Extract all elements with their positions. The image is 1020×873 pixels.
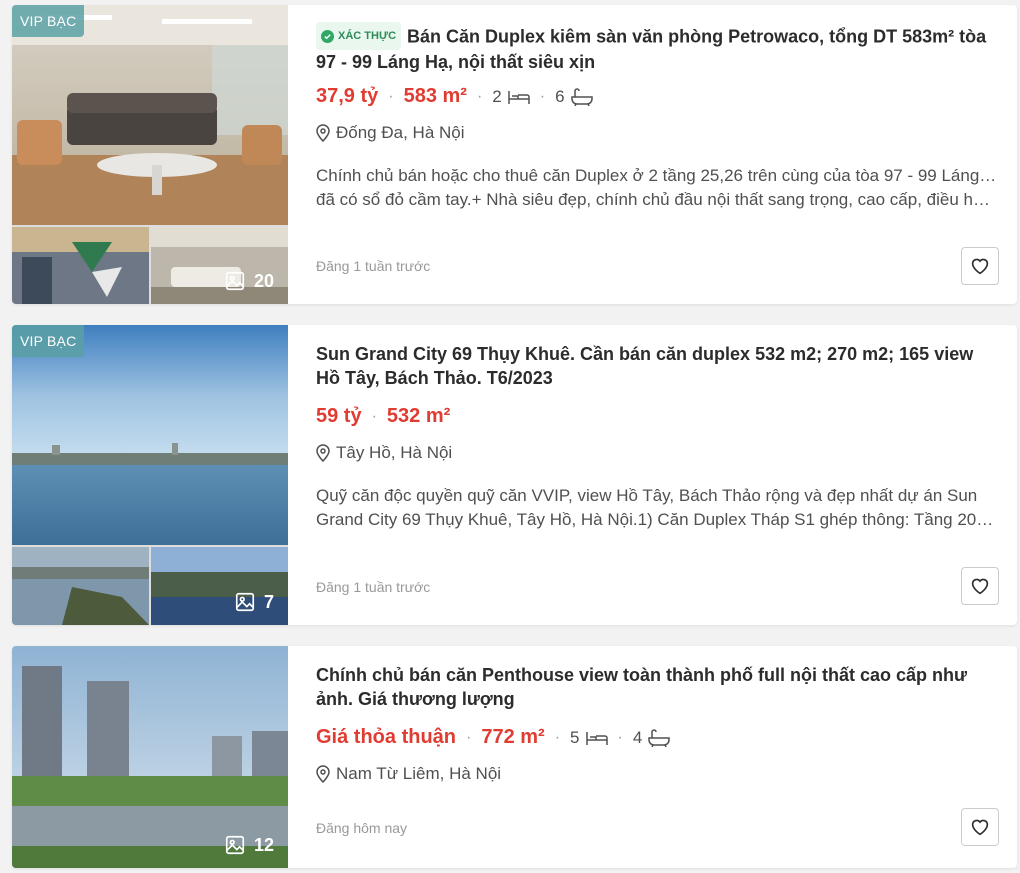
listing-location: Đống Đa, Hà Nội (316, 123, 465, 143)
check-shield-icon (321, 29, 334, 43)
listing-title[interactable]: Sun Grand City 69 Thụy Khuê. Cần bán căn… (316, 342, 997, 390)
listing-card[interactable]: 12 Chính chủ bán căn Penthouse view toàn… (12, 646, 1017, 868)
bath-icon (570, 87, 593, 106)
description-line: Chính chủ bán hoặc cho thuê căn Duplex ở… (316, 166, 997, 185)
listing-card[interactable]: VIP BẠC 20 XÁC THỰC Bán Căn Duplex kiêm … (12, 5, 1017, 304)
image-icon (225, 835, 245, 855)
area: 772 m² (481, 726, 545, 748)
image-icon (225, 271, 245, 291)
listing-location: Nam Từ Liêm, Hà Nội (316, 764, 501, 784)
separator: · (466, 728, 472, 746)
bathrooms: 4 (632, 727, 671, 748)
heart-icon (971, 819, 989, 836)
listing-hero-photo[interactable] (12, 5, 288, 225)
price: 37,9 tỷ (316, 85, 379, 107)
bathroom-count: 6 (555, 86, 565, 106)
price: Giá thỏa thuận (316, 726, 456, 748)
location-pin-icon (316, 444, 330, 462)
separator: · (554, 728, 561, 746)
listing-title[interactable]: XÁC THỰC Bán Căn Duplex kiêm sàn văn phò… (316, 22, 997, 74)
bath-icon (648, 728, 671, 747)
location-pin-icon (316, 124, 330, 142)
posted-time: Đăng 1 tuần trước (316, 579, 431, 595)
listing-title-text: Chính chủ bán căn Penthouse view toàn th… (316, 665, 968, 709)
save-listing-button[interactable] (961, 247, 999, 285)
listing-title-text: Bán Căn Duplex kiêm sàn văn phòng Petrow… (316, 26, 987, 73)
price: 59 tỷ (316, 405, 362, 427)
verified-badge: XÁC THỰC (316, 22, 402, 50)
image-icon (235, 592, 255, 612)
description-line: Grand City 69 Thụy Khuê, Tây Hồ, Hà Nội.… (316, 510, 997, 529)
separator: · (476, 87, 483, 105)
save-listing-button[interactable] (961, 567, 999, 605)
vip-badge: VIP BẠC (12, 325, 85, 357)
area: 532 m² (386, 405, 451, 427)
location-text: Tây Hồ, Hà Nội (336, 443, 453, 462)
location-text: Đống Đa, Hà Nội (336, 123, 465, 142)
description-line: đã có sổ đỏ cầm tay.+ Nhà siêu đẹp, chín… (316, 190, 997, 209)
photo-count-label: 20 (253, 270, 274, 291)
listing-info: 59 tỷ · 532 m² (316, 405, 450, 428)
listing-media[interactable]: 12 (12, 646, 288, 868)
location-text: Nam Từ Liêm, Hà Nội (336, 764, 502, 783)
description-line: Quỹ căn độc quyền quỹ căn VVIP, view Hồ … (316, 486, 978, 505)
photo-count-label: 12 (253, 834, 274, 855)
save-listing-button[interactable] (961, 808, 999, 846)
vip-badge: VIP BẠC (12, 5, 85, 37)
photo-count[interactable]: 20 (224, 270, 274, 292)
area: 583 m² (403, 85, 467, 107)
separator: · (388, 87, 394, 105)
heart-icon (971, 578, 989, 595)
bedrooms: 5 (570, 727, 608, 748)
bathroom-count: 4 (632, 727, 643, 747)
listing-thumbnail[interactable] (151, 227, 288, 304)
photo-count-label: 7 (263, 591, 274, 612)
photo-count[interactable]: 7 (234, 591, 274, 613)
posted-time: Đăng hôm nay (316, 820, 408, 836)
photo-count[interactable]: 12 (224, 834, 274, 856)
listing-media[interactable]: VIP BẠC 20 (12, 5, 288, 304)
bedroom-count: 2 (492, 86, 502, 106)
listing-info: Giá thỏa thuận · 772 m² · 5 · 4 (316, 726, 671, 749)
listing-thumbnail[interactable] (12, 547, 149, 625)
listing-info: 37,9 tỷ · 583 m² · 2 · 6 (316, 85, 593, 108)
listing-title[interactable]: Chính chủ bán căn Penthouse view toàn th… (316, 663, 997, 711)
separator: · (539, 87, 546, 105)
location-pin-icon (316, 765, 330, 783)
listing-hero-photo[interactable] (12, 325, 288, 545)
bedroom-count: 5 (570, 727, 580, 747)
bathrooms: 6 (555, 86, 593, 107)
listing-description: Quỹ căn độc quyền quỹ căn VVIP, view Hồ … (316, 484, 997, 532)
separator: · (617, 728, 623, 746)
listing-title-text: Sun Grand City 69 Thụy Khuê. Cần bán căn… (316, 344, 974, 388)
separator: · (371, 407, 377, 425)
listing-thumbnail[interactable] (12, 227, 149, 304)
listing-card[interactable]: VIP BẠC 7 Sun Grand City 69 Thụy Khuê. C… (12, 325, 1017, 625)
listing-media[interactable]: VIP BẠC 7 (12, 325, 288, 625)
verified-label: XÁC THỰC (338, 30, 397, 42)
posted-time: Đăng 1 tuần trước (316, 258, 431, 274)
listing-location: Tây Hồ, Hà Nội (316, 443, 452, 463)
bed-icon (585, 731, 608, 745)
heart-icon (971, 258, 989, 275)
bed-icon (508, 90, 530, 104)
listing-thumbnail[interactable] (151, 547, 288, 625)
listing-description: Chính chủ bán hoặc cho thuê căn Duplex ở… (316, 164, 997, 212)
bedrooms: 2 (492, 86, 530, 107)
